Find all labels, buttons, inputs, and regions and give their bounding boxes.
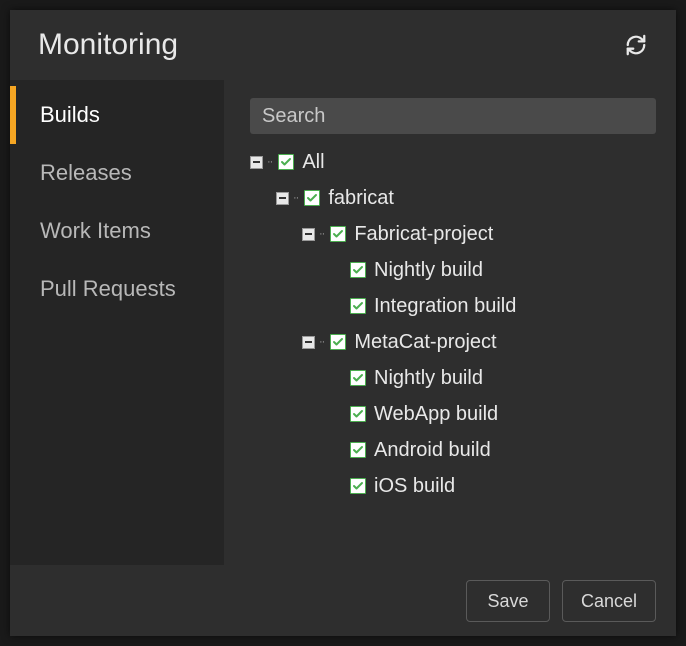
tree-node-label: All bbox=[302, 151, 324, 174]
tree-node-label: Nightly build bbox=[374, 259, 483, 282]
collapse-toggle[interactable] bbox=[302, 228, 315, 241]
checkbox[interactable] bbox=[350, 478, 366, 494]
cancel-button[interactable]: Cancel bbox=[562, 580, 656, 622]
checkbox[interactable] bbox=[330, 334, 346, 350]
checkbox[interactable] bbox=[350, 298, 366, 314]
tree-connector: ·· bbox=[319, 228, 324, 240]
tree-node-label: Fabricat-project bbox=[354, 223, 493, 246]
tree-node: Android build bbox=[250, 432, 656, 468]
tree-connector: ·· bbox=[319, 336, 324, 348]
sidebar-tab-label: Work Items bbox=[40, 218, 151, 244]
tree-node-label: MetaCat-project bbox=[354, 331, 496, 354]
tree-node-label: iOS build bbox=[374, 475, 455, 498]
refresh-icon bbox=[625, 34, 647, 56]
tree-node: ·· Fabricat-project bbox=[250, 216, 656, 252]
panel-body: Builds Releases Work Items Pull Requests ··… bbox=[10, 80, 676, 565]
checkbox[interactable] bbox=[350, 406, 366, 422]
tree-node: Integration build bbox=[250, 288, 656, 324]
tree-node-label: Android build bbox=[374, 439, 491, 462]
tree-node-label: WebApp build bbox=[374, 403, 498, 426]
panel-footer: Save Cancel bbox=[10, 565, 676, 636]
tree-node: ·· All bbox=[250, 144, 656, 180]
sidebar-tab-label: Builds bbox=[40, 102, 100, 128]
tree-node: ·· fabricat bbox=[250, 180, 656, 216]
tree-connector: ·· bbox=[267, 156, 272, 168]
checkbox[interactable] bbox=[350, 262, 366, 278]
tree-node: Nightly build bbox=[250, 252, 656, 288]
checkbox[interactable] bbox=[350, 442, 366, 458]
collapse-toggle[interactable] bbox=[276, 192, 289, 205]
tree-node: iOS build bbox=[250, 468, 656, 504]
sidebar-tab-builds[interactable]: Builds bbox=[10, 86, 224, 144]
checkbox[interactable] bbox=[350, 370, 366, 386]
sidebar: Builds Releases Work Items Pull Requests bbox=[10, 80, 224, 565]
collapse-toggle[interactable] bbox=[302, 336, 315, 349]
refresh-button[interactable] bbox=[624, 33, 648, 57]
collapse-toggle[interactable] bbox=[250, 156, 263, 169]
sidebar-tab-work-items[interactable]: Work Items bbox=[10, 202, 224, 260]
tree-node: ·· MetaCat-project bbox=[250, 324, 656, 360]
tree-connector: ·· bbox=[293, 192, 298, 204]
sidebar-tab-releases[interactable]: Releases bbox=[10, 144, 224, 202]
main-content: ·· All ·· fabricat ·· Fabricat-project Nightly… bbox=[224, 80, 676, 565]
tree-node-label: Integration build bbox=[374, 295, 516, 318]
tree-node-label: fabricat bbox=[328, 187, 394, 210]
checkbox[interactable] bbox=[278, 154, 294, 170]
checkbox[interactable] bbox=[304, 190, 320, 206]
sidebar-tab-label: Releases bbox=[40, 160, 132, 186]
panel-header: Monitoring bbox=[10, 10, 676, 80]
sidebar-tab-pull-requests[interactable]: Pull Requests bbox=[10, 260, 224, 318]
search-input[interactable] bbox=[250, 98, 656, 134]
tree-node: Nightly build bbox=[250, 360, 656, 396]
sidebar-tab-label: Pull Requests bbox=[40, 276, 176, 302]
tree-node-label: Nightly build bbox=[374, 367, 483, 390]
save-button[interactable]: Save bbox=[466, 580, 550, 622]
panel-title: Monitoring bbox=[38, 28, 178, 62]
build-tree: ·· All ·· fabricat ·· Fabricat-project Nightly… bbox=[250, 144, 656, 504]
checkbox[interactable] bbox=[330, 226, 346, 242]
tree-node: WebApp build bbox=[250, 396, 656, 432]
monitoring-panel: Monitoring Builds Releases Work Items Pull … bbox=[10, 10, 676, 636]
